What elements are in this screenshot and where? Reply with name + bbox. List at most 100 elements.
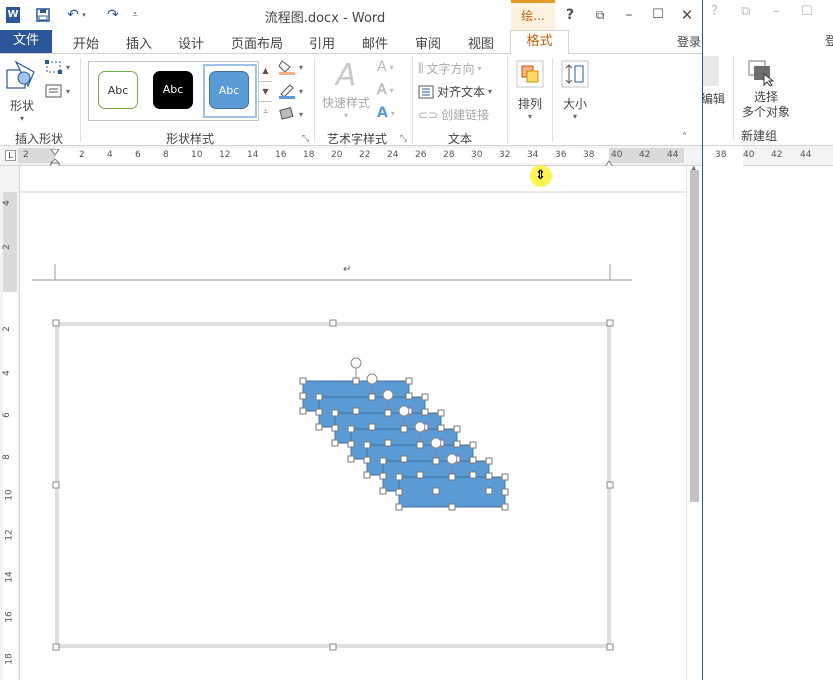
shape-styles-launcher-icon[interactable]: ⤡ [302,134,309,144]
resize-handle[interactable] [437,424,445,432]
resize-handle[interactable] [299,392,307,400]
quick-styles-button[interactable]: A 快速样式 ▾ [320,58,372,124]
resize-handle[interactable] [400,425,408,433]
shapes-button[interactable]: 形状 ▾ [4,58,40,124]
login-link[interactable]: 登录 [677,33,701,50]
resize-handle[interactable] [453,425,461,433]
tab-references[interactable]: 引用 [309,33,335,52]
canvas-handle[interactable] [52,481,60,489]
resize-handle[interactable] [395,488,403,496]
gallery-scroll-down-icon[interactable]: ▼ [258,81,272,101]
tab-review[interactable]: 审阅 [415,33,441,52]
document-canvas[interactable]: ↵ [20,166,686,680]
bg-help-icon[interactable]: ? [711,4,718,19]
gallery-scroll-up-icon[interactable]: ▲ [258,61,272,81]
rotate-handle-icon[interactable] [446,453,458,465]
shape-fill-button[interactable]: ▾ [278,59,303,75]
edit-shape-button[interactable]: ▾ [45,60,70,74]
resize-handle[interactable] [379,472,387,480]
help-button[interactable]: ? [558,5,582,25]
canvas-handle[interactable] [52,319,60,327]
resize-handle[interactable] [315,393,323,401]
resize-handle[interactable] [363,456,371,464]
rotate-handle-icon[interactable] [414,421,426,433]
resize-handle[interactable] [299,377,307,385]
resize-handle[interactable] [368,393,376,401]
bg-minimize-icon[interactable]: – [773,4,780,19]
resize-handle[interactable] [501,488,509,496]
size-button[interactable]: 大小 ▾ [557,58,593,124]
rotate-handle-icon[interactable] [350,357,362,369]
canvas-handle[interactable] [329,643,337,651]
select-multiple-icon[interactable] [746,58,775,87]
tab-view[interactable]: 视图 [468,33,494,52]
rotate-handle-icon[interactable] [366,373,378,385]
resize-handle[interactable] [432,457,440,465]
resize-handle[interactable] [384,409,392,417]
resize-handle[interactable] [421,408,429,416]
bg-restore-icon[interactable]: ⧉ [741,4,750,19]
bg-maximize-icon[interactable]: ☐ [801,4,813,19]
text-effects-button[interactable]: A ▾ [377,105,395,121]
resize-handle[interactable] [347,425,355,433]
text-fill-button[interactable]: A ▾ [377,59,394,75]
resize-handle[interactable] [437,409,445,417]
tab-mailings[interactable]: 邮件 [362,33,388,52]
shape-style-outline-green[interactable]: Abc [98,71,138,109]
gallery-more-icon[interactable]: ⩡ [258,101,272,121]
shape-style-blue[interactable]: Abc [209,71,249,109]
resize-handle[interactable] [363,471,371,479]
close-button[interactable]: ✕ [675,5,699,25]
wordart-launcher-icon[interactable]: ⤡ [400,134,407,144]
resize-handle[interactable] [421,393,429,401]
resize-handle[interactable] [315,408,323,416]
resize-handle[interactable] [368,423,376,431]
canvas-handle[interactable] [606,319,614,327]
canvas-handle[interactable] [329,319,337,327]
resize-handle[interactable] [347,440,355,448]
collapse-ribbon-icon[interactable]: ˄ [682,132,687,143]
tab-page-layout[interactable]: 页面布局 [231,33,283,52]
bg-login-link[interactable]: 登 [825,32,833,49]
text-outline-button[interactable]: A ▾ [377,82,394,99]
resize-handle[interactable] [432,487,440,495]
align-text-button[interactable]: 对齐文本 ▾ [418,83,492,100]
resize-handle[interactable] [347,455,355,463]
resize-handle[interactable] [469,456,477,464]
resize-handle[interactable] [299,407,307,415]
bg-edit-icon[interactable] [703,56,719,86]
arrange-button[interactable]: 排列 ▾ [512,58,548,124]
resize-handle[interactable] [315,423,323,431]
text-box-button[interactable]: ▾ [45,84,70,98]
resize-handle[interactable] [416,441,424,449]
canvas-handle[interactable] [606,481,614,489]
resize-handle[interactable] [453,440,461,448]
rotate-handle-icon[interactable] [382,389,394,401]
resize-handle[interactable] [400,455,408,463]
resize-handle[interactable] [501,473,509,481]
rotate-handle-icon[interactable] [398,405,410,417]
resize-handle[interactable] [331,409,339,417]
tab-format[interactable]: 格式 [510,30,569,54]
resize-handle[interactable] [363,441,371,449]
resize-handle[interactable] [416,471,424,479]
resize-handle[interactable] [352,377,360,385]
right-indent-marker[interactable] [604,157,614,168]
resize-handle[interactable] [395,503,403,511]
resize-handle[interactable] [469,471,477,479]
resize-handle[interactable] [331,439,339,447]
flowchart-shapes-group[interactable] [299,357,509,511]
shape-style-black[interactable]: Abc [153,71,193,109]
tab-file[interactable]: 文件 [0,30,52,53]
ribbon-display-options-icon[interactable]: ⧉ [588,5,612,25]
resize-handle[interactable] [485,457,493,465]
shape-outline-button[interactable]: ▾ [278,83,303,99]
tab-home[interactable]: 开始 [73,33,99,52]
resize-handle[interactable] [405,377,413,385]
create-link-button[interactable]: ⊂⊃ 创建链接 [418,106,489,123]
tab-selector[interactable]: L [5,150,16,161]
tab-insert[interactable]: 插入 [126,33,152,52]
shape-effects-button[interactable]: ▾ [278,106,303,122]
maximize-button[interactable]: ☐ [646,5,670,25]
tab-design[interactable]: 设计 [178,33,204,52]
